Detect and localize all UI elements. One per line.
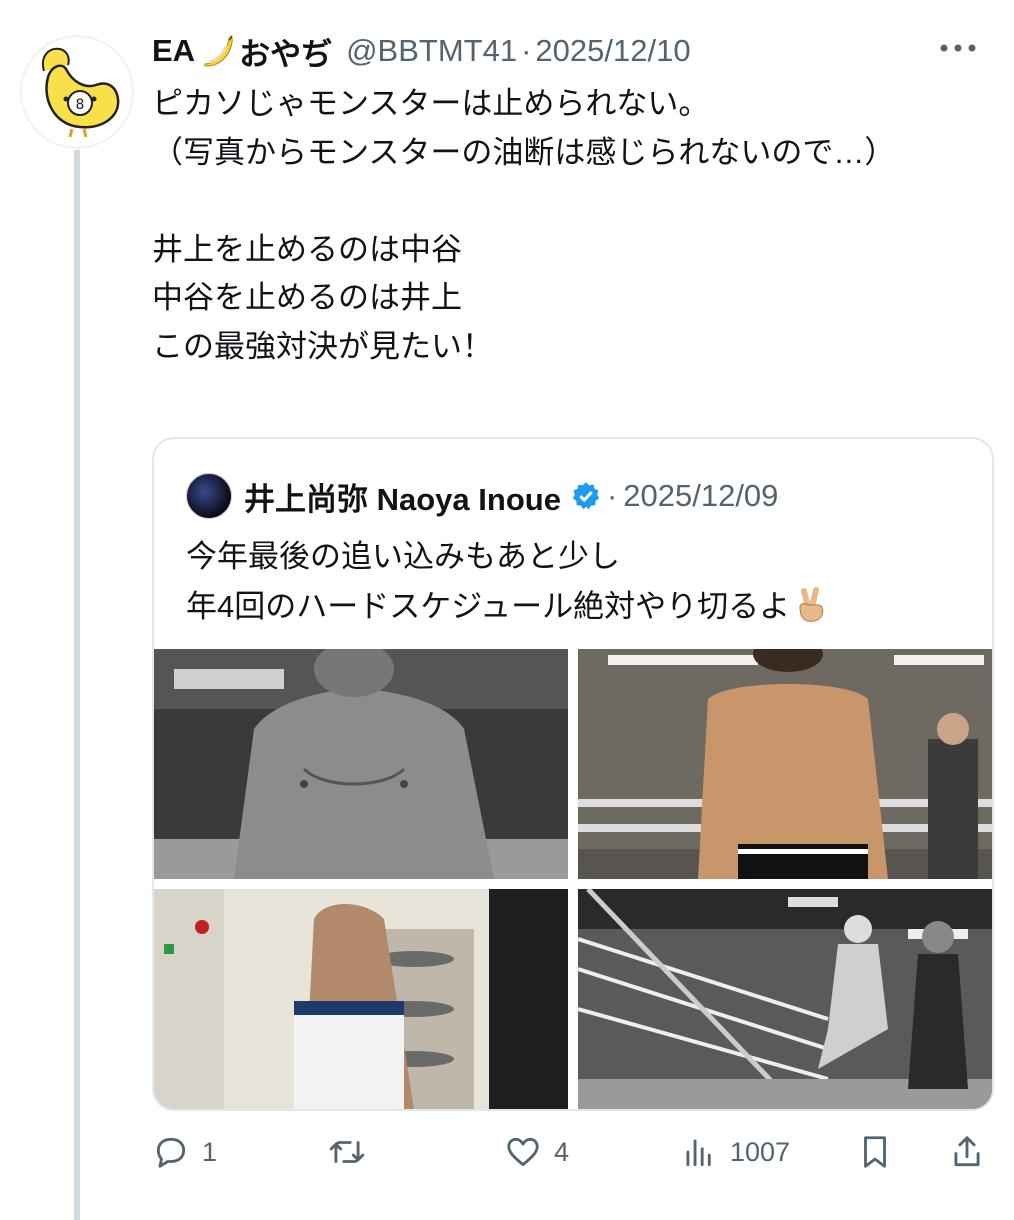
quote-avatar[interactable] [186,473,232,519]
author-avatar[interactable]: 8 [20,35,134,149]
banana-chick-icon: 8 [42,47,120,138]
photo-image [578,889,992,1109]
banana-emoji-icon [204,35,233,67]
retweet-button[interactable] [328,1122,378,1182]
bookmark-button[interactable] [856,1122,894,1182]
photo-image [578,649,992,879]
tweet-header: EA おやぢ @BBTMT41 · 2025/12/10 [152,28,691,74]
separator-dot: · [521,33,532,68]
thread-line [74,150,80,1220]
display-name[interactable]: EA [152,33,195,69]
action-bar: 1 4 1007 [152,1122,992,1182]
victory-hand-icon [799,587,824,622]
reply-button[interactable]: 1 [152,1122,217,1182]
quote-header: 井上尚弥 Naoya Inoue · 2025/12/09 [186,473,778,519]
photo-boxer-abs-color[interactable] [578,649,992,879]
photo-boxing-sparring-bw[interactable] [578,889,992,1109]
share-icon [954,1136,980,1167]
reply-icon [156,1137,186,1168]
reply-count: 1 [202,1136,218,1167]
tweet-date[interactable]: 2025/12/10 [535,33,690,69]
quote-date[interactable]: 2025/12/09 [623,478,778,514]
like-button[interactable]: 4 [504,1122,569,1182]
photo-image [154,889,568,1109]
svg-text:8: 8 [76,97,85,113]
views-button[interactable]: 1007 [680,1122,790,1182]
views-count: 1007 [730,1136,791,1167]
display-name-suffix[interactable]: おやぢ [239,29,332,74]
photo-boxer-heavybag[interactable] [154,889,568,1109]
verified-badge-icon [572,482,600,510]
tweet-text: ピカソじゃモンスターは止められない。 （写真からモンスターの油断は感じられないの… [152,86,896,364]
analytics-icon [686,1139,711,1167]
user-handle[interactable]: @BBTMT41 [346,33,517,69]
heart-icon [507,1137,539,1167]
bookmark-icon [864,1136,886,1168]
quote-display-name[interactable]: 井上尚弥 Naoya Inoue [244,474,561,519]
quote-text-line2: 年4回のハードスケジュール絶対やり切るよ [186,589,791,624]
quote-text: 今年最後の追い込みもあと少し 年4回のハードスケジュール絶対やり切るよ [186,532,966,632]
share-button[interactable] [948,1122,986,1182]
quoted-tweet[interactable]: 井上尚弥 Naoya Inoue · 2025/12/09 今年最後の追い込みも… [152,437,994,1111]
photo-boxer-torso-bw[interactable] [154,649,568,879]
quote-text-line1: 今年最後の追い込みもあと少し [186,539,620,574]
like-count: 4 [554,1136,570,1167]
quote-separator-dot: · [606,478,618,513]
photo-image [154,649,568,879]
retweet-icon [329,1141,365,1163]
more-horizontal-icon[interactable] [938,38,978,58]
